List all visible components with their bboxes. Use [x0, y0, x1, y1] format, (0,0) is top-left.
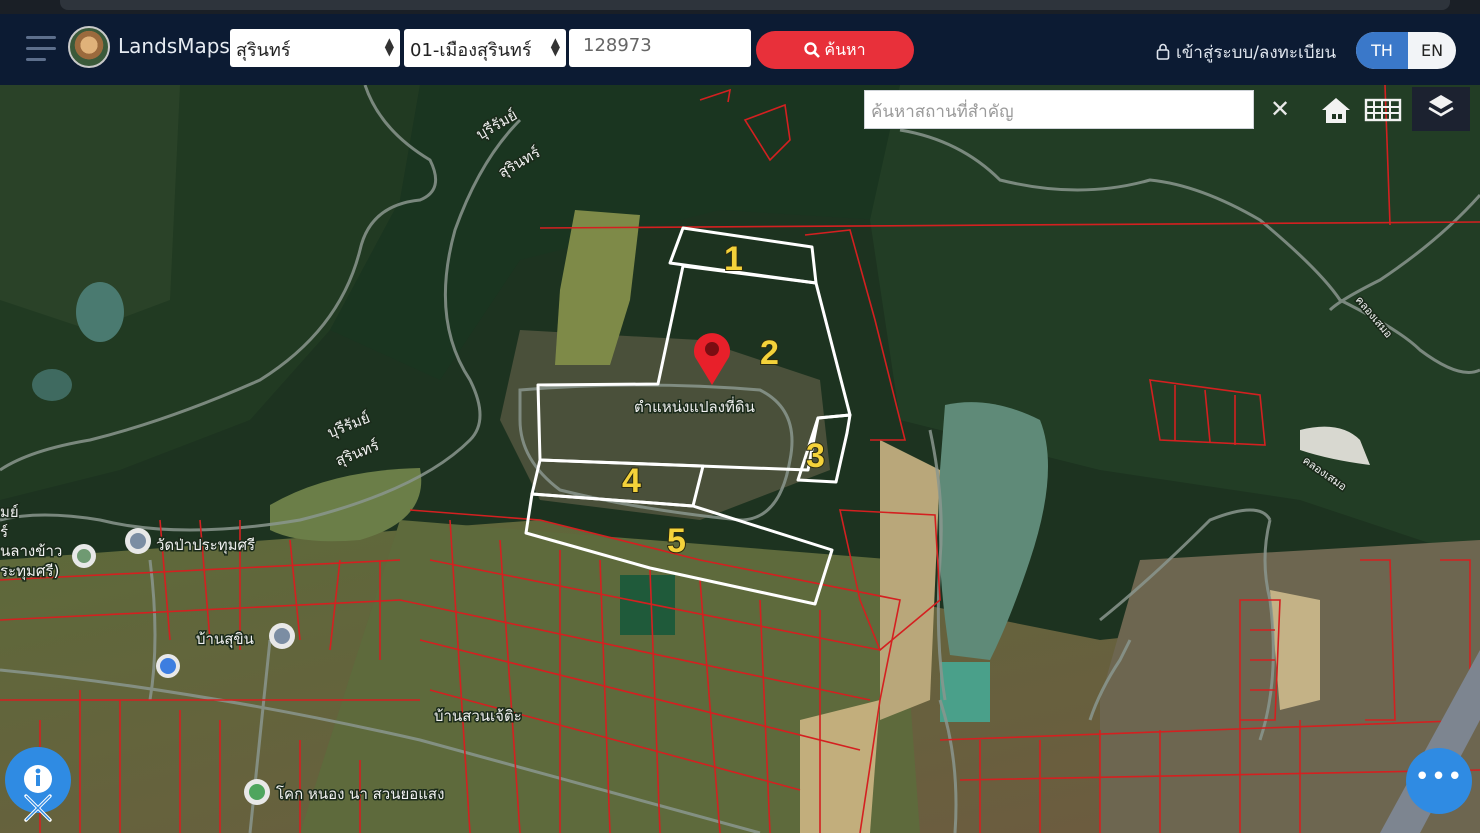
- crossed-tools-icon[interactable]: [18, 788, 58, 828]
- province-select[interactable]: สุรินทร์ ▲ ▼: [230, 29, 400, 67]
- plot-number-1: 1: [724, 240, 743, 278]
- temple-marker-icon[interactable]: [125, 528, 151, 554]
- top-navbar: LandsMaps สุรินทร์ ▲ ▼ 01-เมืองสุรินทร์ ▲…: [0, 14, 1480, 85]
- parcel-number-input[interactable]: 128973: [569, 29, 751, 67]
- grid-icon[interactable]: [1361, 90, 1405, 130]
- more-button[interactable]: •••: [1406, 748, 1472, 814]
- place-label-left-edge-2: ระทุมศรี): [0, 562, 59, 581]
- brand-name: LandsMaps: [118, 34, 230, 58]
- search-button[interactable]: ค้นหา: [756, 31, 914, 69]
- login-link[interactable]: เข้าสู่ระบบ/ลงทะเบียน: [1156, 39, 1336, 66]
- close-icon[interactable]: ✕: [1262, 92, 1298, 128]
- browser-top-strip: [0, 0, 1480, 14]
- shop-marker-icon[interactable]: [156, 654, 180, 678]
- school-marker-icon[interactable]: [244, 779, 270, 805]
- lang-th-button[interactable]: TH: [1356, 32, 1408, 69]
- plot-number-3: 3: [806, 437, 825, 475]
- marker-label: ตำแหน่งแปลงที่ดิน: [634, 396, 755, 416]
- district-select-value: 01-เมืองสุรินทร์: [410, 40, 532, 61]
- lang-en-button[interactable]: EN: [1408, 32, 1456, 69]
- place-label-ban-suan-chek: บ้านสวนเจ้ติะ: [434, 707, 522, 725]
- search-button-label: ค้นหา: [824, 40, 866, 59]
- province-select-value: สุรินทร์: [236, 40, 291, 61]
- lock-icon: [1156, 43, 1170, 60]
- place-label-ban-sukhin: บ้านสุขิน: [196, 630, 254, 649]
- language-switch: TH EN: [1356, 32, 1456, 69]
- plot-number-2: 2: [760, 334, 779, 372]
- home-icon[interactable]: [1314, 90, 1358, 130]
- road-label-edge-1: มย์: [0, 503, 19, 521]
- login-link-label: เข้าสู่ระบบ/ลงทะเบียน: [1176, 43, 1337, 63]
- place-marker-icon[interactable]: [269, 623, 295, 649]
- magnifier-icon: [804, 42, 821, 58]
- road-label-edge-2: ร์: [0, 523, 8, 541]
- more-icon: •••: [1414, 762, 1464, 792]
- place-label-left-edge-1: นลางข้าว: [0, 542, 62, 560]
- satellite-map[interactable]: ตำแหน่งแปลงที่ดิน 1 2 3 4 5 บุรีรัมย์ สุ…: [0, 85, 1480, 833]
- landsmaps-logo: [68, 26, 110, 68]
- select-arrows-icon: ▲ ▼: [550, 35, 560, 58]
- select-arrows-icon: ▲ ▼: [384, 35, 394, 58]
- plot-number-5: 5: [667, 522, 686, 560]
- place-search-input[interactable]: ค้นหาสถานที่สำคัญ: [864, 90, 1254, 129]
- place-marker-icon[interactable]: [72, 544, 96, 568]
- place-label-wat: วัดป่าประทุมศรี: [156, 536, 255, 555]
- district-select[interactable]: 01-เมืองสุรินทร์ ▲ ▼: [404, 29, 566, 67]
- place-label-school: โคก หนอง นา สวนยอแสง: [276, 785, 444, 803]
- top-pill: [60, 0, 1450, 10]
- plot-number-4: 4: [622, 462, 641, 500]
- layers-icon[interactable]: [1412, 87, 1470, 131]
- map-canvas: ตำแหน่งแปลงที่ดิน 1 2 3 4 5 บุรีรัมย์ สุ…: [0, 85, 1480, 833]
- hamburger-icon[interactable]: [26, 36, 56, 64]
